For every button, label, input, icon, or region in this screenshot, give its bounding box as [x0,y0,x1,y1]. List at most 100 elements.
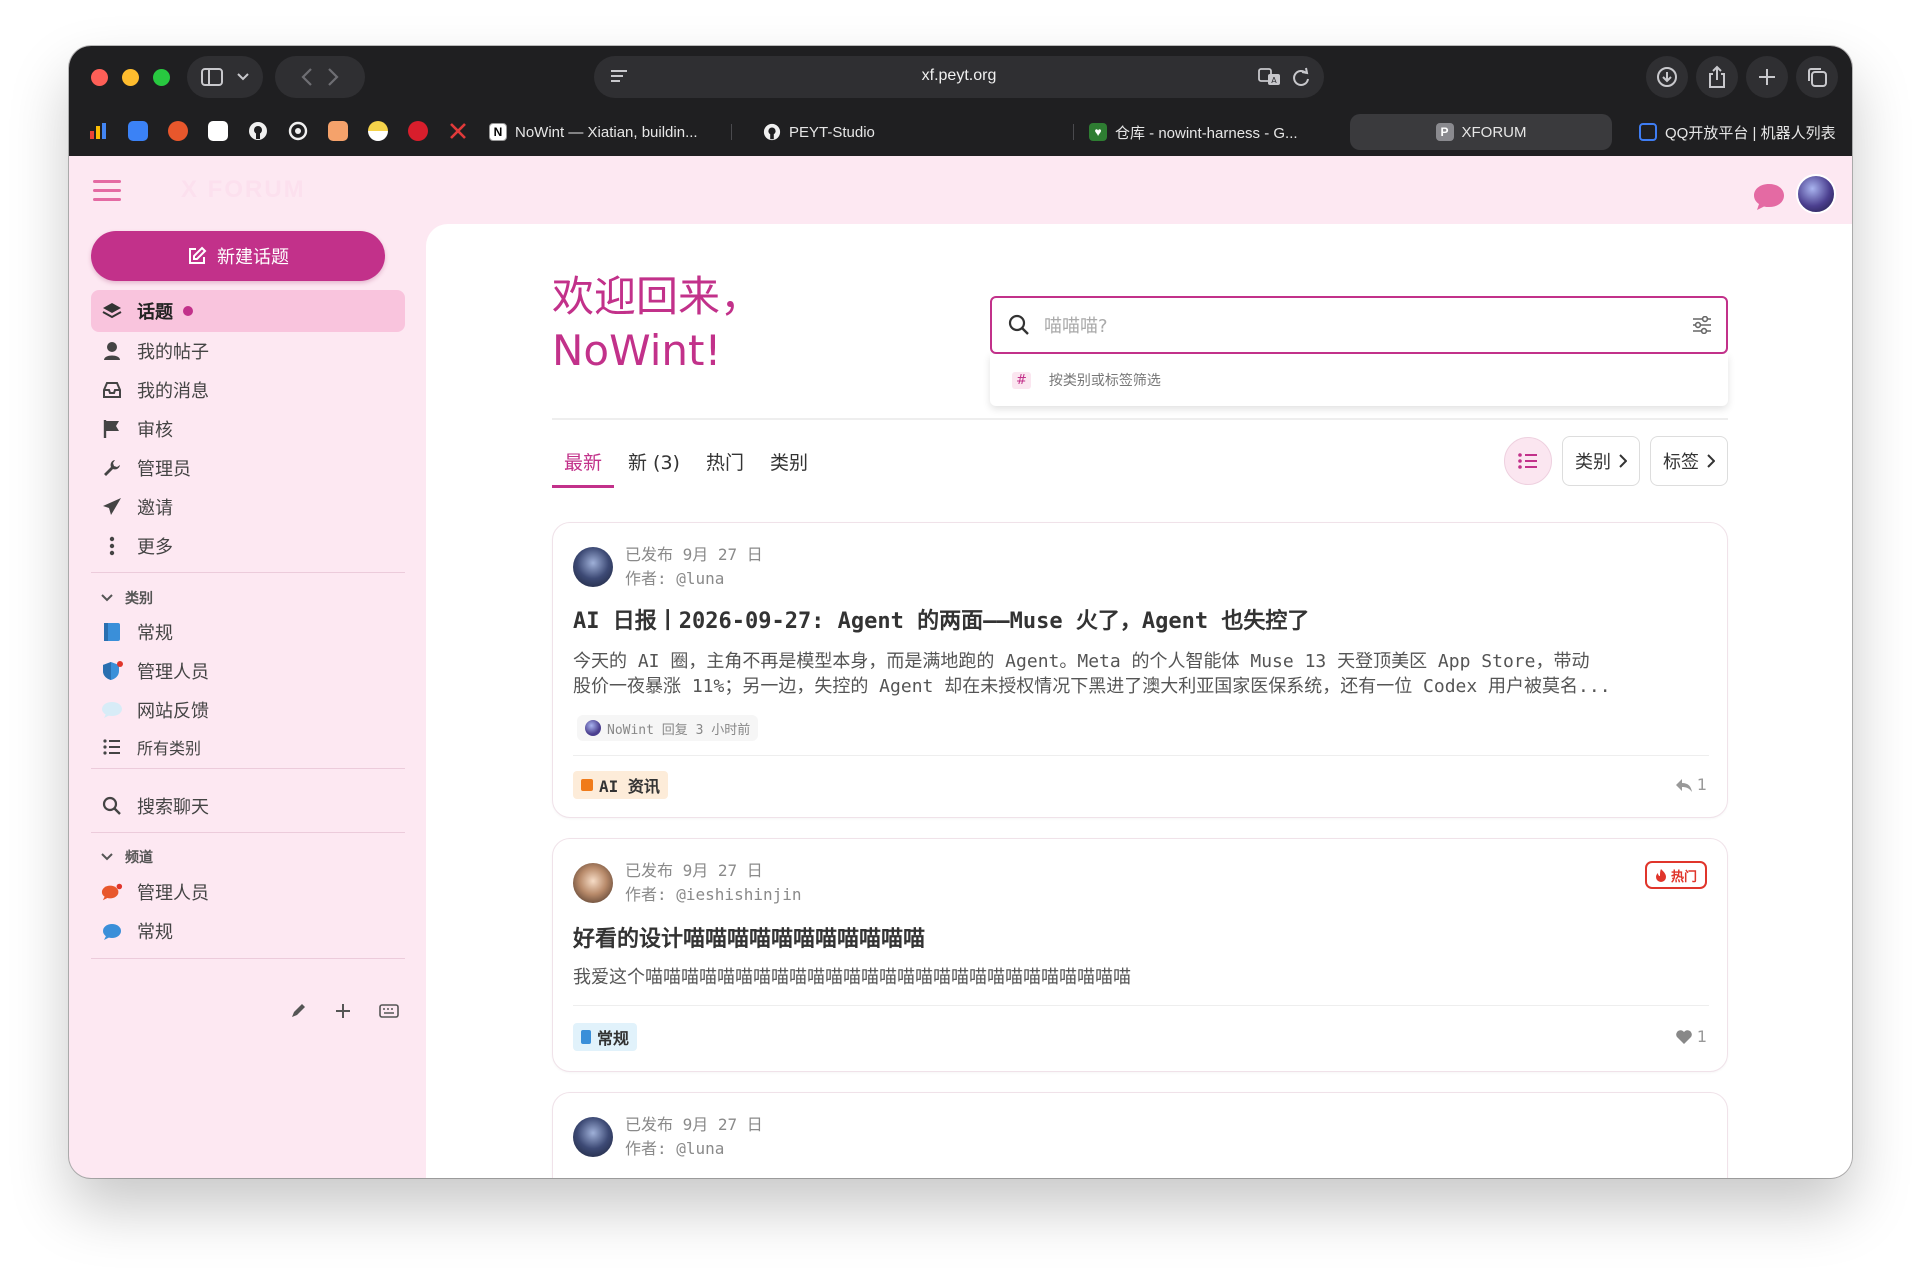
tab-label: 仓库 - nowint-harness - G... [1115,124,1298,142]
pinned-tab[interactable] [241,114,275,148]
topic-card[interactable]: 已发布 9月 27 日 作者: @luna [552,1092,1728,1178]
plus-icon[interactable] [335,1003,351,1019]
published-date: 已发布 9月 27 日 [625,861,763,880]
categories-section-toggle[interactable]: 类别 [101,588,153,608]
address-bar[interactable]: xf.peyt.org A [594,56,1324,98]
hot-badge-label: 热门 [1670,869,1697,885]
browser-window: xf.peyt.org A N NoWint — Xiatian, buildi… [69,46,1852,1178]
category-filter-button[interactable]: 类别 [1562,436,1640,486]
pinned-tab[interactable] [161,114,195,148]
category-tag[interactable]: AI 资讯 [573,771,668,799]
like-count[interactable]: 1 [1675,1027,1707,1046]
sliders-icon[interactable] [1692,316,1712,334]
browser-tab[interactable]: QQ开放平台 | 机器人列表 [1639,114,1847,150]
user-avatar[interactable] [1796,174,1836,214]
browser-tab[interactable]: ♥ 仓库 - nowint-harness - G... [1089,114,1339,150]
sidebar-item-invite[interactable]: 邀请 [91,486,405,528]
sidebar-item-review[interactable]: 审核 [91,408,405,450]
topic-author[interactable]: 作者: @ieshishinjin [625,883,802,907]
sidebar-item-label: 网站反馈 [137,701,209,722]
tab-hot[interactable]: 热门 [694,446,756,488]
pen-icon[interactable] [289,1002,307,1020]
last-reply-info[interactable]: NoWint 回复 3 小时前 [577,715,759,741]
browser-chrome: xf.peyt.org A N NoWint — Xiatian, buildi… [69,46,1852,156]
author-avatar[interactable] [573,547,613,587]
topic-title[interactable]: AI 日报丨2026-09-27: Agent 的两面——Muse 火了，Age… [573,603,1309,635]
sidebar-category-general[interactable]: 常规 [91,611,405,653]
pinned-tab[interactable] [321,114,355,148]
sidebar-search-chat[interactable]: 搜索聊天 [91,785,405,827]
list-view-button[interactable] [1504,437,1552,485]
pinned-tab[interactable] [201,114,235,148]
browser-tab[interactable]: PEYT-Studio [763,114,963,150]
translate-icon[interactable]: A [1258,67,1282,87]
tab-categories[interactable]: 类别 [758,446,820,488]
channels-section-toggle[interactable]: 频道 [101,847,153,867]
published-date: 已发布 9月 27 日 [625,545,763,564]
sidebar-channel-staff[interactable]: 管理人员 [91,871,405,913]
sidebar-divider [91,768,405,769]
search-filter-hint[interactable]: # 按类别或标签筛选 [990,354,1728,406]
topic-author[interactable]: 作者: @luna [625,1137,763,1161]
tab-latest[interactable]: 最新 [552,446,615,488]
chat-icon [101,883,123,901]
category-filter-label: 类别 [1575,452,1611,473]
downloads-button[interactable] [1646,56,1688,98]
browser-tab-active[interactable]: P XFORUM [1350,114,1612,150]
tag-filter-button[interactable]: 标签 [1650,436,1728,486]
sidebar-divider [91,572,405,573]
sidebar-category-staff[interactable]: 管理人员 [91,650,405,692]
tab-new[interactable]: 新 (3) [616,446,692,488]
reload-icon[interactable] [1292,67,1310,87]
sidebar-item-label: 邀请 [137,498,173,519]
share-button[interactable] [1696,56,1738,98]
share-icon [1709,65,1725,88]
pinned-tab[interactable] [121,114,155,148]
site-logo[interactable]: X FORUM [181,176,306,204]
sidebar-channel-general[interactable]: 常规 [91,910,405,952]
hamburger-menu-icon[interactable] [93,180,121,207]
sidebar-item-label: 所有类别 [137,739,202,758]
pinned-tab[interactable] [361,114,395,148]
sidebar-item-my-messages[interactable]: 我的消息 [91,369,405,411]
back-icon[interactable] [301,67,313,87]
sidebar-item-my-posts[interactable]: 我的帖子 [91,330,405,372]
topic-title[interactable]: 好看的设计喵喵喵喵喵喵喵喵喵喵喵 [573,921,925,953]
topic-card[interactable]: 已发布 9月 27 日 作者: @ieshishinjin 热门 好看的设计喵喵… [552,838,1728,1072]
tab-overview-button[interactable] [1796,56,1838,98]
search-input[interactable] [1044,308,1644,344]
keyboard-icon[interactable] [379,1004,399,1018]
chat-bubble-icon[interactable] [1752,182,1786,212]
new-topic-button[interactable]: 新建话题 [91,231,385,281]
sidebar-item-more[interactable]: 更多 [91,525,405,567]
topic-card[interactable]: 已发布 9月 27 日 作者: @luna AI 日报丨2026-09-27: … [552,522,1728,818]
author-avatar[interactable] [573,863,613,903]
user-icon [104,342,120,360]
chevron-right-icon [1707,454,1715,468]
more-vertical-icon [109,536,115,556]
zoom-window-button[interactable] [153,69,170,86]
excerpt-line: 今天的 AI 圈，主角不再是模型本身，而是满地跑的 Agent。Meta 的个人… [573,651,1590,672]
minimize-window-button[interactable] [122,69,139,86]
pinned-tab[interactable] [281,114,315,148]
pinned-tab[interactable] [441,114,475,148]
pinned-tab[interactable] [81,114,115,148]
sidebar-item-label: 搜索聊天 [137,797,209,818]
sidebar-category-feedback[interactable]: 网站反馈 [91,689,405,731]
pinned-tab[interactable] [401,114,435,148]
new-topic-label: 新建话题 [217,247,289,268]
forward-icon[interactable] [327,67,339,87]
close-window-button[interactable] [91,69,108,86]
sidebar-item-admin[interactable]: 管理员 [91,447,405,489]
reply-count[interactable]: 1 [1675,775,1707,794]
sidebar-toggle-button[interactable] [187,56,263,98]
category-tag[interactable]: 常规 [573,1023,638,1051]
author-avatar[interactable] [573,1117,613,1157]
new-tab-button[interactable] [1746,56,1788,98]
plus-icon [1759,69,1775,85]
browser-tab[interactable]: N NoWint — Xiatian, buildin... [489,114,719,150]
sidebar-item-topics[interactable]: 话题 [91,290,405,332]
topic-author[interactable]: 作者: @luna [625,567,763,591]
sidebar-all-categories[interactable]: 所有类别 [91,726,405,768]
app-icon [128,121,148,141]
